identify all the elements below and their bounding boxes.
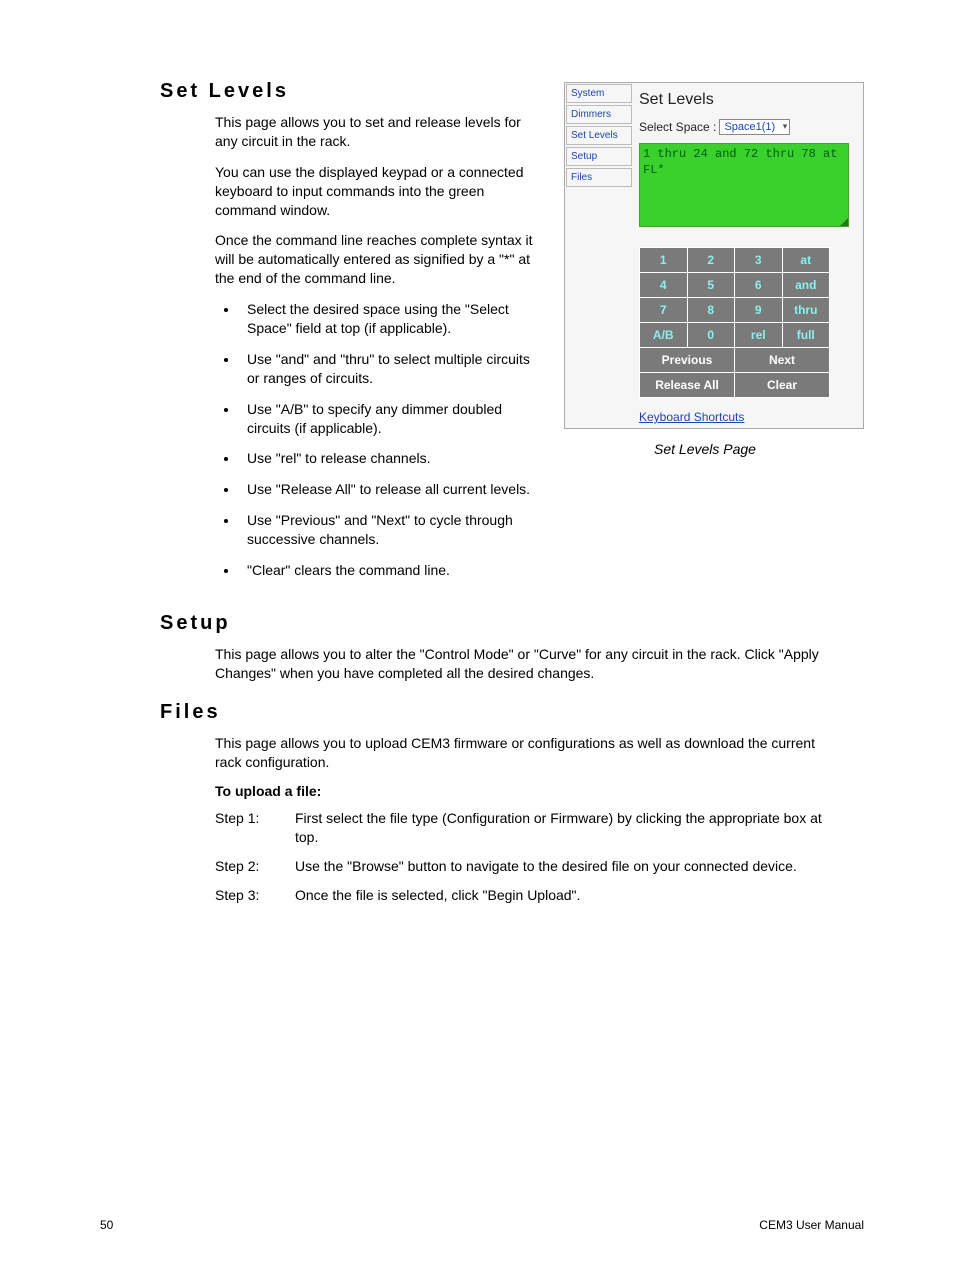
list-item: Use "rel" to release channels.: [239, 449, 535, 468]
sidebar-item-system[interactable]: System: [566, 84, 632, 103]
step-label: Step 1:: [215, 809, 295, 847]
keypad-full[interactable]: full: [782, 323, 830, 348]
keypad-thru[interactable]: thru: [782, 298, 830, 323]
keypad-ab[interactable]: A/B: [640, 323, 688, 348]
command-text: 1 thru 24 and 72 thru 78 at FL*: [643, 147, 837, 177]
paragraph: This page allows you to alter the "Contr…: [215, 645, 844, 683]
list-item: Use "and" and "thru" to select multiple …: [239, 350, 535, 388]
ui-sidebar: System Dimmers Set Levels Setup Files: [565, 83, 633, 428]
step-text: First select the file type (Configuratio…: [295, 809, 844, 847]
bullet-list: Select the desired space using the "Sele…: [215, 300, 535, 580]
list-item: Use "Release All" to release all current…: [239, 480, 535, 499]
keypad-5[interactable]: 5: [687, 273, 735, 298]
steps-list: Step 1: First select the file type (Conf…: [215, 809, 844, 905]
sidebar-item-files[interactable]: Files: [566, 168, 632, 187]
step-text: Once the file is selected, click "Begin …: [295, 886, 580, 905]
select-space-dropdown[interactable]: Space1(1): [719, 119, 790, 135]
step-label: Step 2:: [215, 857, 295, 876]
keypad-8[interactable]: 8: [687, 298, 735, 323]
sidebar-item-dimmers[interactable]: Dimmers: [566, 105, 632, 124]
sidebar-item-set-levels[interactable]: Set Levels: [566, 126, 632, 145]
keyboard-shortcuts-link[interactable]: Keyboard Shortcuts: [639, 410, 857, 424]
paragraph: This page allows you to set and release …: [215, 113, 535, 151]
keypad-0[interactable]: 0: [687, 323, 735, 348]
figure-caption: Set Levels Page: [654, 441, 864, 457]
keypad-and[interactable]: and: [782, 273, 830, 298]
keypad-4[interactable]: 4: [640, 273, 688, 298]
ui-main: Set Levels Select Space : Space1(1) 1 th…: [633, 83, 863, 428]
resize-handle-icon[interactable]: [840, 218, 848, 226]
keypad-9[interactable]: 9: [735, 298, 783, 323]
paragraph: You can use the displayed keypad or a co…: [215, 163, 535, 220]
select-space-label: Select Space :: [639, 120, 716, 134]
figure-set-levels-page: System Dimmers Set Levels Setup Files Se…: [564, 82, 864, 457]
keypad-1[interactable]: 1: [640, 248, 688, 273]
step-row: Step 2: Use the "Browse" button to navig…: [215, 857, 844, 876]
keypad-rel[interactable]: rel: [735, 323, 783, 348]
list-item: Use "A/B" to specify any dimmer doubled …: [239, 400, 535, 438]
step-row: Step 1: First select the file type (Conf…: [215, 809, 844, 847]
keypad-6[interactable]: 6: [735, 273, 783, 298]
keypad-2[interactable]: 2: [687, 248, 735, 273]
manual-title: CEM3 User Manual: [759, 1218, 864, 1232]
step-row: Step 3: Once the file is selected, click…: [215, 886, 844, 905]
upload-heading: To upload a file:: [215, 783, 864, 799]
list-item: Use "Previous" and "Next" to cycle throu…: [239, 511, 535, 549]
ui-frame: System Dimmers Set Levels Setup Files Se…: [564, 82, 864, 429]
paragraph: This page allows you to upload CEM3 firm…: [215, 734, 844, 772]
keypad-3[interactable]: 3: [735, 248, 783, 273]
keypad: 1 2 3 at 4 5 6 and 7 8 9 thru: [639, 247, 830, 398]
heading-files: Files: [160, 701, 864, 724]
page-number: 50: [100, 1218, 113, 1232]
keypad-release-all[interactable]: Release All: [640, 373, 735, 398]
sidebar-item-setup[interactable]: Setup: [566, 147, 632, 166]
step-text: Use the "Browse" button to navigate to t…: [295, 857, 797, 876]
list-item: Select the desired space using the "Sele…: [239, 300, 535, 338]
keypad-7[interactable]: 7: [640, 298, 688, 323]
keypad-at[interactable]: at: [782, 248, 830, 273]
list-item: "Clear" clears the command line.: [239, 561, 535, 580]
keypad-next[interactable]: Next: [735, 348, 830, 373]
ui-title: Set Levels: [639, 91, 857, 109]
keypad-clear[interactable]: Clear: [735, 373, 830, 398]
step-label: Step 3:: [215, 886, 295, 905]
paragraph: Once the command line reaches complete s…: [215, 231, 535, 288]
heading-setup: Setup: [160, 612, 864, 635]
keypad-previous[interactable]: Previous: [640, 348, 735, 373]
command-window[interactable]: 1 thru 24 and 72 thru 78 at FL*: [639, 143, 849, 227]
